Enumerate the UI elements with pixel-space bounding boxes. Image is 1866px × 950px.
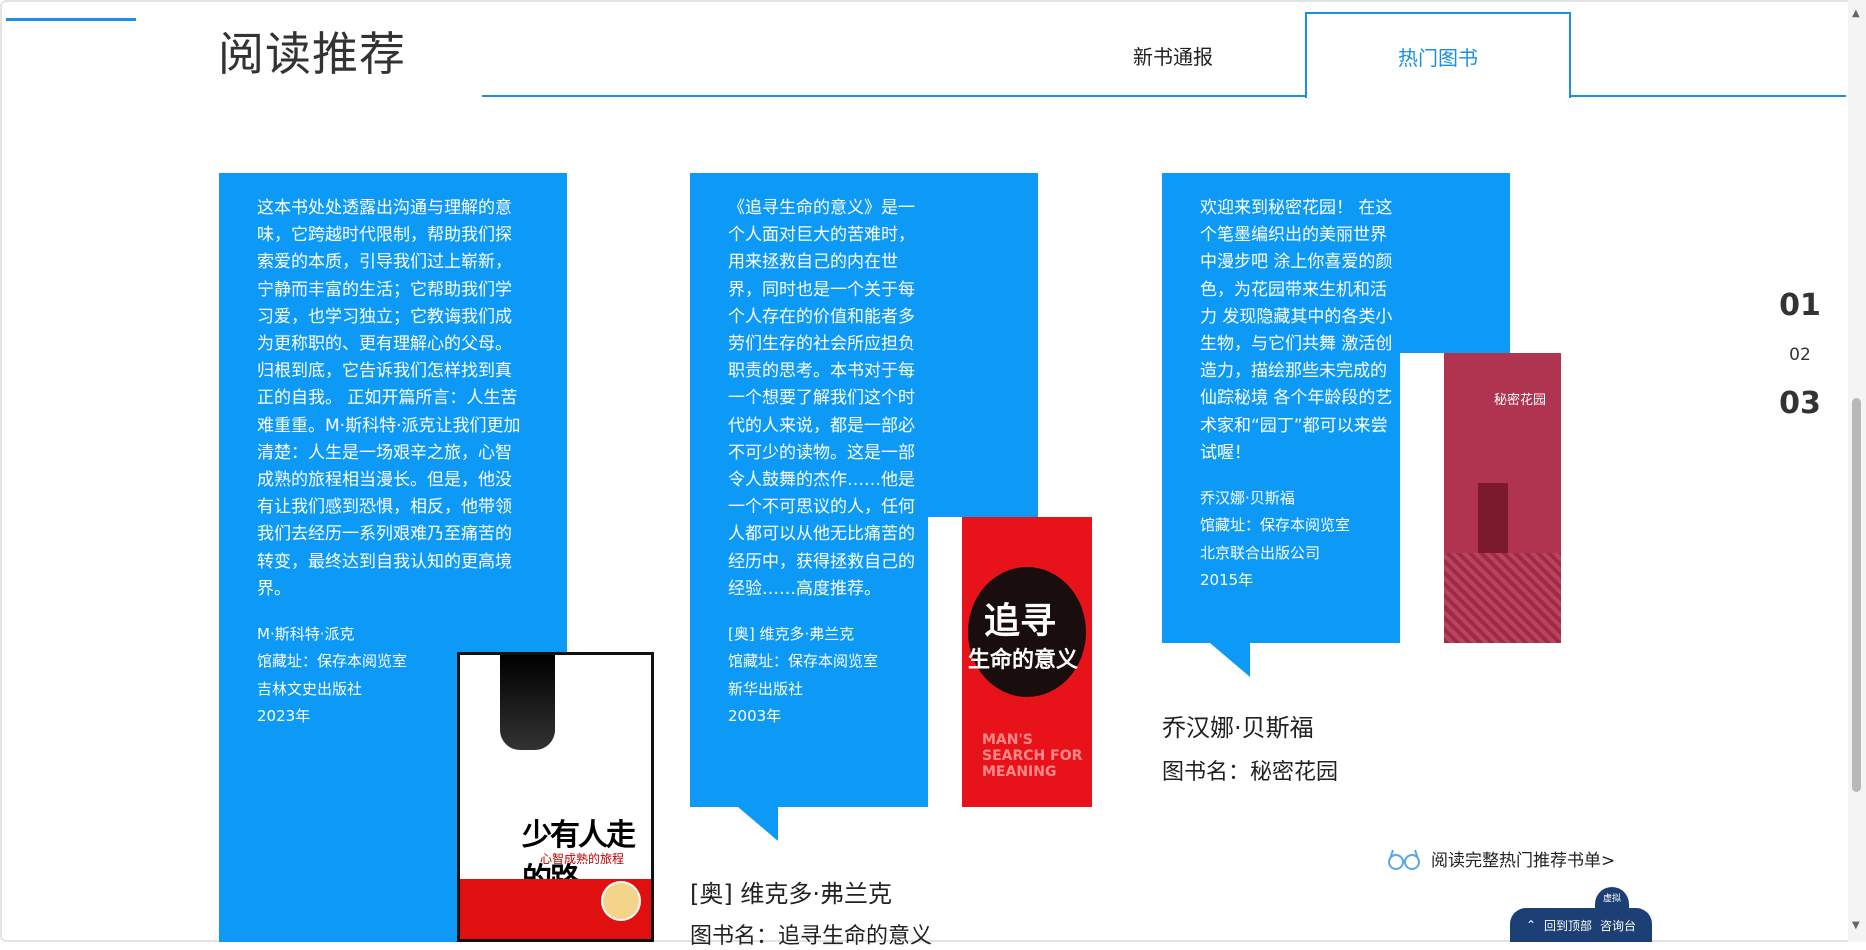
scrollbar-thumb[interactable] [1852, 398, 1861, 792]
floating-toolbar: ⌃ 回到顶部 咨询台 [1510, 908, 1652, 942]
book-description: 欢迎来到秘密花园！ 在这个笔墨编织出的美丽世界中漫步吧 涂上你喜爱的颜色，为花园… [1200, 198, 1393, 463]
book-author-heading: [奥] 维克多·弗兰克 [690, 880, 892, 908]
scroll-up-arrow-icon[interactable]: ▲ [1852, 8, 1860, 19]
cover-title: 秘密花园 [1494, 393, 1547, 408]
book-title-label: 图书名：秘密花园 [1162, 760, 1339, 785]
cover-title: 追寻 [984, 600, 1057, 642]
card-tail [1210, 643, 1250, 677]
book-description: 这本书处处透露出沟通与理解的意味，它跨越时代限制，帮助我们探索爱的本质，引导我们… [257, 198, 521, 599]
page-title: 阅读推荐 [218, 27, 406, 81]
scroll-down-arrow-icon[interactable]: ▼ [1852, 920, 1860, 931]
full-list-link[interactable]: 阅读完整热门推荐书单> [1387, 846, 1615, 871]
back-to-top-button[interactable]: 回到顶部 [1544, 917, 1592, 934]
pager-item-3[interactable]: 03 [1770, 386, 1830, 421]
book-title-label: 图书名：追寻生命的意义 [690, 924, 933, 949]
full-list-label: 阅读完整热门推荐书单> [1431, 851, 1616, 871]
tab-hot-books[interactable]: 热门图书 [1305, 12, 1571, 100]
card-tail [738, 807, 778, 841]
book-cover-2[interactable]: 追寻 生命的意义 MAN'S SEARCH FOR MEANING [962, 517, 1092, 807]
book-cover-3[interactable]: 秘密花园 [1444, 353, 1561, 643]
glasses-icon [1387, 847, 1421, 871]
consult-desk-button[interactable]: 咨询台 [1600, 917, 1636, 934]
chevron-up-icon: ⌃ [1525, 918, 1537, 932]
book-description: 《追寻生命的意义》是一个人面对巨大的苦难时，用来拯救自己的内在世界，同时也是一个… [728, 198, 915, 599]
top-accent-line [6, 18, 136, 21]
tab-new-books[interactable]: 新书通报 [1040, 12, 1306, 98]
cover-english-title: MAN'S SEARCH FOR MEANING [982, 732, 1083, 780]
book-author-heading: 乔汉娜·贝斯福 [1162, 714, 1314, 742]
cover-pattern [1444, 553, 1561, 643]
pager-item-1[interactable]: 01 [1770, 288, 1830, 323]
book-cover-1[interactable]: 少有人走的路 心智成熟的旅程 [457, 652, 654, 942]
cover-subtitle: 生命的意义 [968, 647, 1079, 673]
pager-item-2[interactable]: 02 [1770, 345, 1830, 365]
cover-figure [500, 655, 555, 750]
cover-subtitle: 心智成熟的旅程 [540, 852, 625, 866]
book-author: M·斯科特·派克 [257, 625, 355, 644]
cover-picture [1478, 483, 1508, 553]
cover-badge [601, 881, 641, 921]
